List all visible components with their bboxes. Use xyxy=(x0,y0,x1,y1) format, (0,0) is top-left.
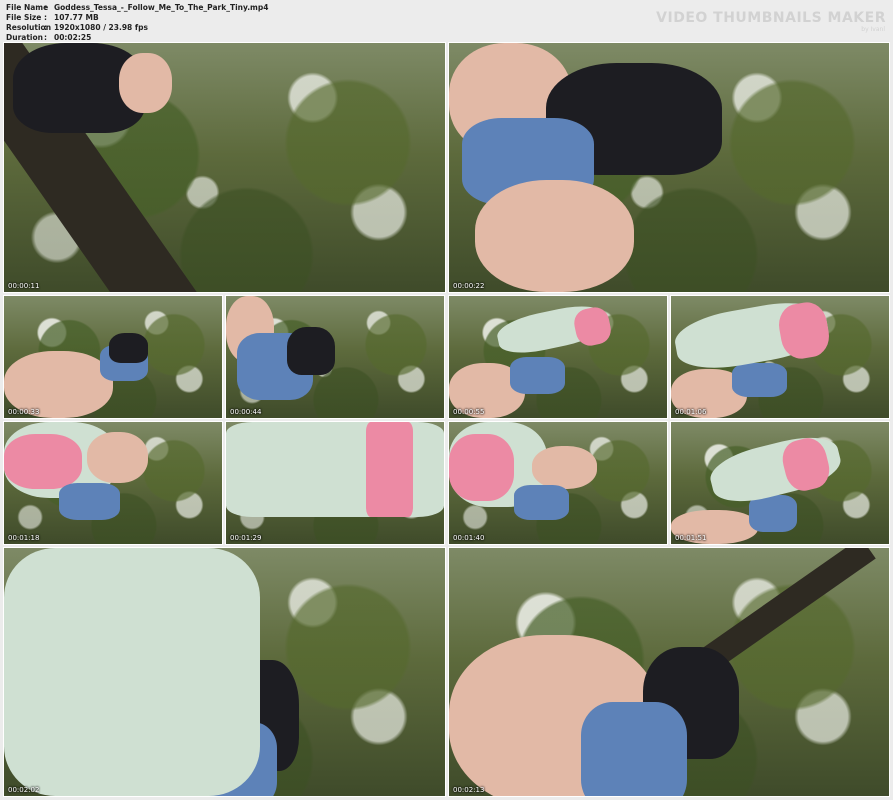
file-size-value: 107.77 MB xyxy=(54,13,99,22)
timestamp: 00:02:13 xyxy=(453,786,485,794)
thumbnail-12[interactable]: 00:02:13 xyxy=(449,548,889,796)
separator: : xyxy=(44,3,47,12)
timestamp: 00:00:55 xyxy=(453,408,485,416)
thumbnail-6[interactable]: 00:01:06 xyxy=(671,296,889,418)
file-info: File Name : Goddess_Tessa_-_Follow_Me_To… xyxy=(6,3,268,43)
thumbnail-3[interactable]: 00:00:33 xyxy=(4,296,222,418)
file-size-row: File Size : 107.77 MB xyxy=(6,13,268,23)
duration-value: 00:02:25 xyxy=(54,33,92,42)
thumbnail-5[interactable]: 00:00:55 xyxy=(449,296,667,418)
thumbnail-2[interactable]: 00:00:22 xyxy=(449,43,889,292)
timestamp: 00:02:02 xyxy=(8,786,40,794)
resolution-row: Resolution : 1920x1080 / 23.98 fps xyxy=(6,23,268,33)
file-size-label: File Size xyxy=(6,13,42,22)
duration-label: Duration xyxy=(6,33,43,42)
thumbnail-1[interactable]: 00:00:11 xyxy=(4,43,445,292)
file-name-label: File Name xyxy=(6,3,49,12)
timestamp: 00:01:29 xyxy=(230,534,262,542)
file-name-row: File Name : Goddess_Tessa_-_Follow_Me_To… xyxy=(6,3,268,13)
thumbnail-8[interactable]: 00:01:29 xyxy=(226,422,444,544)
timestamp: 00:01:06 xyxy=(675,408,707,416)
duration-row: Duration : 00:02:25 xyxy=(6,33,268,43)
timestamp: 00:01:40 xyxy=(453,534,485,542)
resolution-label: Resolution xyxy=(6,23,52,32)
thumbnail-11[interactable]: 00:02:02 xyxy=(4,548,445,796)
brand-title: VIDEO THUMBNAILS MAKER xyxy=(656,10,886,26)
timestamp: 00:01:18 xyxy=(8,534,40,542)
sheet-header: File Name : Goddess_Tessa_-_Follow_Me_To… xyxy=(0,0,893,42)
thumbnail-10[interactable]: 00:01:51 xyxy=(671,422,889,544)
timestamp: 00:00:22 xyxy=(453,282,485,290)
thumbnail-7[interactable]: 00:01:18 xyxy=(4,422,222,544)
thumbnail-9[interactable]: 00:01:40 xyxy=(449,422,667,544)
file-name-value: Goddess_Tessa_-_Follow_Me_To_The_Park_Ti… xyxy=(54,3,269,12)
thumbnail-4[interactable]: 00:00:44 xyxy=(226,296,444,418)
separator: : xyxy=(44,33,47,42)
brand-subtitle: by Ivanl xyxy=(861,26,885,33)
timestamp: 00:00:33 xyxy=(8,408,40,416)
separator: : xyxy=(44,13,47,22)
timestamp: 00:00:44 xyxy=(230,408,262,416)
timestamp: 00:00:11 xyxy=(8,282,40,290)
separator: : xyxy=(44,23,47,32)
timestamp: 00:01:51 xyxy=(675,534,707,542)
resolution-value: 1920x1080 / 23.98 fps xyxy=(54,23,148,32)
